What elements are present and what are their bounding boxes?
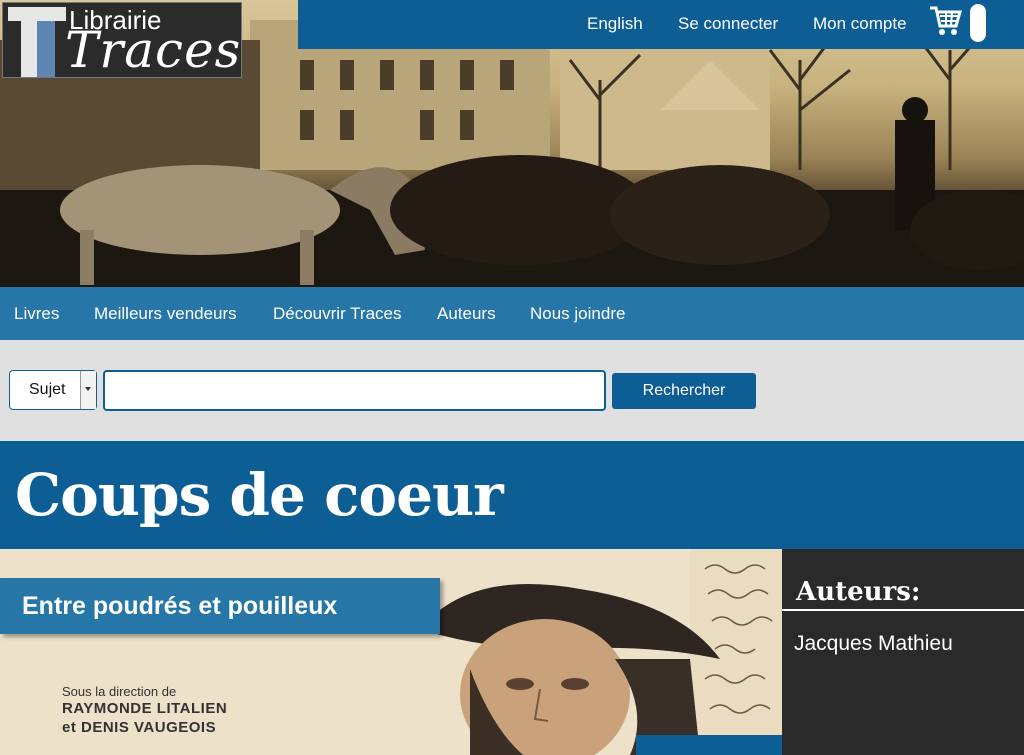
site-logo[interactable]: Librairie Traces: [2, 2, 242, 78]
logo-t-accent: [37, 21, 55, 77]
language-link[interactable]: English: [587, 14, 643, 34]
featured-corner-tab: [636, 735, 782, 755]
search-button[interactable]: Rechercher: [612, 373, 756, 409]
cover-credit-line-2: RAYMONDE LITALIEN: [62, 700, 228, 718]
featured-title: Entre poudrés et pouilleux: [22, 592, 338, 620]
cover-credit: Sous la direction de RAYMONDE LITALIEN e…: [62, 684, 227, 738]
nav-item-livres[interactable]: Livres: [14, 304, 59, 324]
nav-item-auteurs[interactable]: Auteurs: [437, 304, 496, 324]
search-category-select[interactable]: Sujet: [9, 370, 97, 410]
nav-item-nous-joindre[interactable]: Nous joindre: [530, 304, 625, 324]
authors-heading: Auteurs:: [796, 577, 921, 607]
cover-credit-line-3: et DENIS VAUGEOIS: [62, 719, 217, 736]
section-title: Coups de coeur: [15, 461, 504, 529]
featured-book[interactable]: Entre poudrés et pouilleux Sous la direc…: [0, 549, 782, 755]
shopping-cart-icon[interactable]: [928, 4, 962, 38]
search-bar: Sujet Rechercher: [0, 340, 1024, 441]
nav-item-decouvrir-traces[interactable]: Découvrir Traces: [273, 304, 401, 324]
top-utility-bar: English Se connecter Mon compte: [298, 0, 1024, 49]
account-link[interactable]: Mon compte: [813, 14, 907, 34]
nav-item-meilleurs-vendeurs[interactable]: Meilleurs vendeurs: [94, 304, 237, 324]
cart-count-badge[interactable]: [970, 4, 986, 42]
main-nav: Livres Meilleurs vendeurs Découvrir Trac…: [0, 287, 1024, 340]
section-header: Coups de coeur: [0, 441, 1024, 549]
caret-down-icon[interactable]: [80, 371, 96, 409]
featured-title-banner[interactable]: Entre poudrés et pouilleux: [0, 578, 440, 634]
search-input[interactable]: [103, 370, 606, 411]
logo-main-text: Traces: [65, 21, 242, 78]
authors-panel: Auteurs: Jacques Mathieu: [782, 549, 1024, 755]
login-link[interactable]: Se connecter: [678, 14, 778, 34]
authors-divider: [782, 609, 1024, 611]
author-link[interactable]: Jacques Mathieu: [794, 632, 953, 656]
search-category-label: Sujet: [29, 381, 66, 398]
cover-credit-line-1: Sous la direction de: [62, 684, 177, 699]
